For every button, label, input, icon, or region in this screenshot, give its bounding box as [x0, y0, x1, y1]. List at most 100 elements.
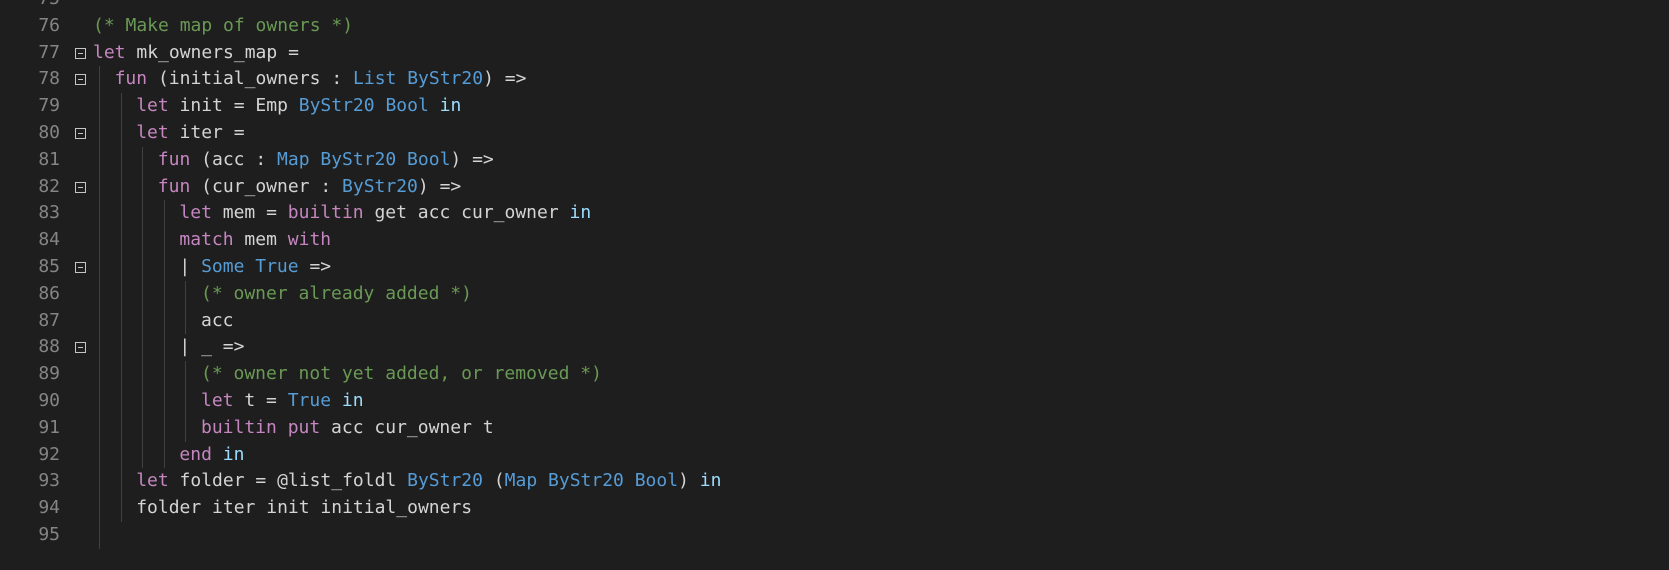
- line-number: 94: [38, 497, 60, 519]
- indent-guide: [99, 66, 100, 94]
- code-line[interactable]: 95: [0, 522, 1669, 549]
- code-line[interactable]: 90 let t = True in: [0, 388, 1669, 415]
- code-text[interactable]: fun (initial_owners : List ByStr20) =>: [115, 66, 527, 93]
- line-number: 91: [38, 416, 60, 438]
- code-token: fun: [157, 148, 191, 170]
- indent-guide: [185, 280, 187, 308]
- code-token: |: [179, 256, 202, 277]
- indent-guide: [120, 441, 122, 469]
- code-text[interactable]: let folder = @list_foldl ByStr20 (Map By…: [136, 468, 721, 495]
- code-line[interactable]: 87 acc: [0, 307, 1669, 335]
- code-text[interactable]: builtin put acc cur_owner t: [201, 415, 494, 442]
- code-line[interactable]: 93 let folder = @list_foldl ByStr20 (Map …: [0, 468, 1669, 496]
- code-token: ByStr20: [407, 470, 483, 492]
- code-text[interactable]: (* owner not yet added, or removed *): [201, 361, 602, 388]
- indent-guide: [163, 307, 165, 335]
- line-number: 86: [38, 282, 60, 304]
- indent-guide: [120, 146, 122, 174]
- code-token: Map ByStr20 Bool: [277, 148, 451, 170]
- indent-guide: [120, 254, 122, 281]
- code-token: (* owner already added *): [201, 282, 472, 304]
- code-line[interactable]: 79 let init = Emp ByStr20 Bool in: [0, 93, 1669, 120]
- code-token: mem: [233, 229, 288, 251]
- fold-collapse-icon[interactable]: [75, 74, 86, 86]
- line-number: 78: [38, 68, 60, 90]
- code-text[interactable]: let init = Emp ByStr20 Bool in: [136, 93, 461, 120]
- code-text[interactable]: end in: [179, 442, 244, 469]
- fold-collapse-icon[interactable]: [75, 342, 86, 354]
- code-text[interactable]: | _ =>: [179, 334, 244, 361]
- code-token: (: [482, 470, 505, 492]
- code-token: let: [201, 390, 234, 411]
- code-line[interactable]: 80 let iter =: [0, 120, 1669, 147]
- code-line[interactable]: 88 | _ =>: [0, 334, 1669, 362]
- code-line[interactable]: 82 fun (cur_owner : ByStr20) =>: [0, 173, 1669, 201]
- code-line[interactable]: 86 (* owner already added *): [0, 280, 1669, 308]
- code-text[interactable]: let mk_owners_map =: [93, 40, 299, 67]
- line-number: 82: [38, 175, 60, 197]
- indent-guide: [120, 173, 122, 201]
- indent-guide: [142, 280, 144, 308]
- indent-guide: [99, 388, 100, 415]
- code-line[interactable]: 77 let mk_owners_map =: [0, 40, 1669, 67]
- code-token: (* owner not yet added, or removed *): [201, 363, 602, 385]
- fold-collapse-icon[interactable]: [75, 262, 86, 273]
- line-number: 75: [0, 0, 60, 13]
- indent-guide: [163, 254, 165, 281]
- code-line[interactable]: 92 end in: [0, 441, 1669, 469]
- line-number: 80: [38, 122, 60, 143]
- indent-guide: [163, 361, 165, 388]
- code-token: builtin: [201, 416, 277, 438]
- line-number: 93: [38, 470, 60, 492]
- code-line[interactable]: 91 builtin put acc cur_owner t: [0, 414, 1669, 442]
- code-token: Some True: [201, 256, 299, 277]
- code-text[interactable]: let mem = builtin get acc cur_owner in: [179, 200, 591, 227]
- fold-collapse-icon[interactable]: [75, 47, 86, 59]
- code-text[interactable]: fun (acc : Map ByStr20 Bool) =>: [158, 147, 494, 174]
- code-token: in: [341, 390, 364, 411]
- code-token: (cur_owner :: [190, 175, 343, 197]
- code-token: folder = @list_foldl: [168, 470, 408, 492]
- line-number: 90: [38, 390, 60, 411]
- code-line[interactable]: 85 | Some True =>: [0, 254, 1669, 281]
- code-token: mem =: [211, 202, 288, 224]
- code-line[interactable]: 89 (* owner not yet added, or removed *): [0, 361, 1669, 388]
- indent-guide: [120, 93, 122, 120]
- indent-guide: [185, 361, 187, 388]
- code-text[interactable]: acc: [201, 308, 234, 335]
- code-line[interactable]: 75: [0, 0, 1669, 13]
- code-line[interactable]: 84 match mem with: [0, 227, 1669, 254]
- line-number: 79: [38, 95, 60, 117]
- code-line[interactable]: 78 fun (initial_owners : List ByStr20) =>: [0, 66, 1669, 94]
- fold-collapse-icon[interactable]: [75, 181, 86, 193]
- code-text[interactable]: folder iter init initial_owners: [136, 495, 472, 522]
- indent-guide: [142, 441, 144, 469]
- indent-guide: [99, 495, 100, 522]
- indent-guide: [99, 522, 100, 549]
- line-number: 87: [38, 309, 60, 331]
- indent-guide: [163, 200, 165, 228]
- code-token: ): [678, 470, 700, 492]
- code-token: let: [93, 41, 126, 63]
- code-editor[interactable]: 7576 (* Make map of owners *) 77 let mk_own…: [0, 0, 1669, 570]
- code-text[interactable]: let iter =: [136, 120, 244, 147]
- code-text[interactable]: (* owner already added *): [201, 281, 472, 308]
- code-text[interactable]: match mem with: [179, 227, 331, 254]
- code-line[interactable]: 76 (* Make map of owners *): [0, 13, 1669, 40]
- code-text[interactable]: let t = True in: [201, 388, 364, 415]
- code-line[interactable]: 83 let mem = builtin get acc cur_owner in: [0, 200, 1669, 228]
- code-line[interactable]: 81 fun (acc : Map ByStr20 Bool) =>: [0, 146, 1669, 174]
- code-text[interactable]: fun (cur_owner : ByStr20) =>: [158, 174, 461, 201]
- code-text[interactable]: (* Make map of owners *): [93, 13, 353, 40]
- code-token: let: [136, 470, 169, 492]
- code-text[interactable]: | Some True =>: [179, 254, 331, 281]
- code-token: (initial_owners :: [147, 68, 354, 90]
- indent-guide: [99, 93, 100, 120]
- indent-guide: [142, 173, 144, 201]
- indent-guide: [120, 361, 122, 388]
- line-number: 81: [38, 148, 60, 170]
- code-token: (* Make map of owners *): [93, 14, 354, 36]
- code-line[interactable]: 94 folder iter init initial_owners: [0, 495, 1669, 522]
- fold-collapse-icon[interactable]: [75, 128, 86, 139]
